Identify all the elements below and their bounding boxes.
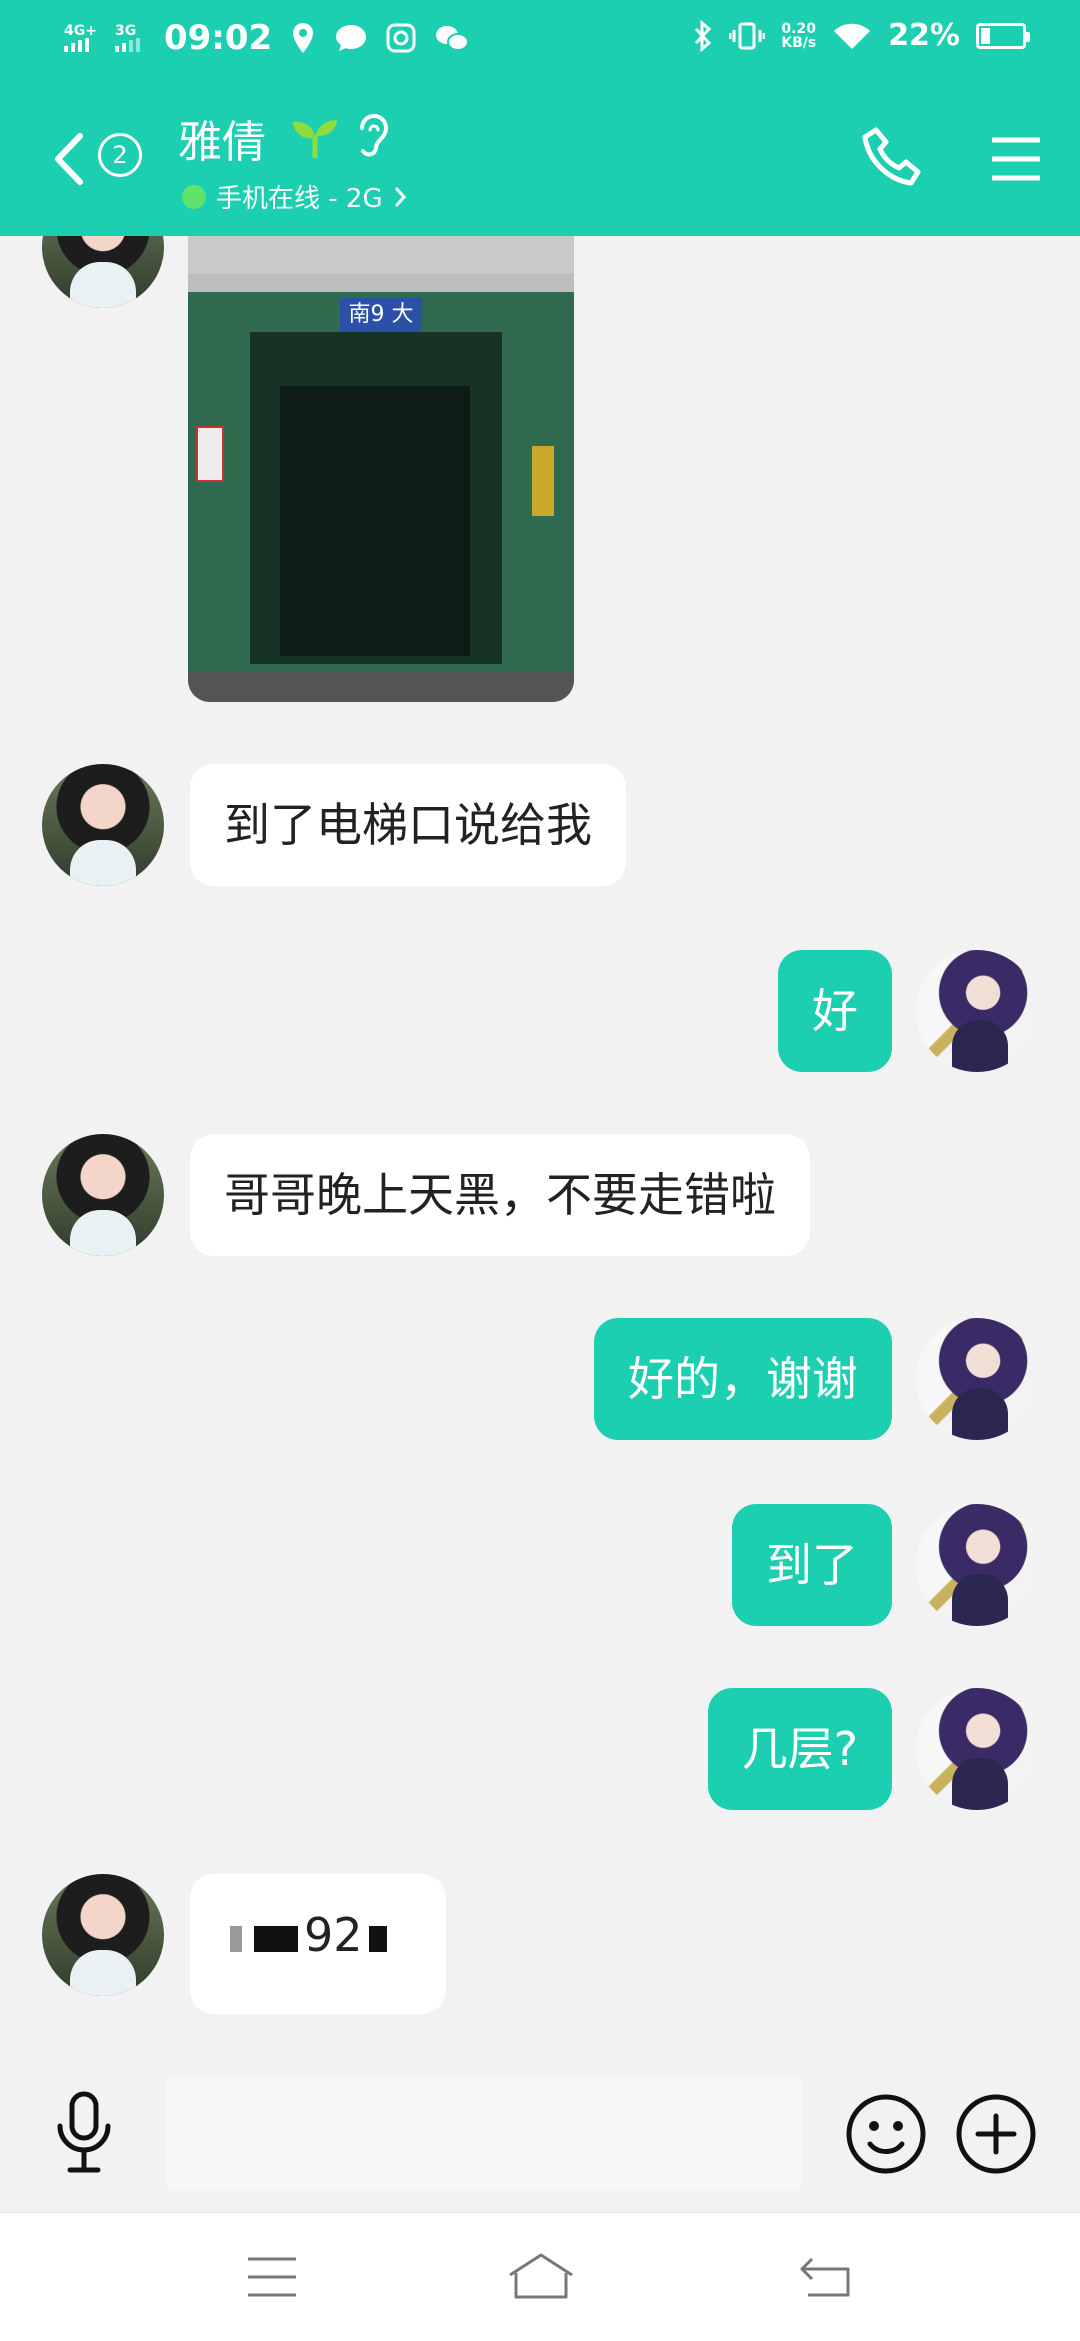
image-message[interactable]: 南9 大	[188, 236, 574, 702]
message-input[interactable]	[166, 2076, 802, 2190]
chevron-left-icon[interactable]	[46, 124, 94, 194]
smiley-icon[interactable]	[844, 2092, 928, 2176]
user-avatar[interactable]	[916, 950, 1038, 1072]
camera-icon	[386, 23, 416, 53]
online-status-text: 手机在线 - 2G	[216, 184, 383, 214]
input-bar	[0, 2054, 1080, 2212]
plus-circle-icon[interactable]	[954, 2092, 1038, 2176]
wechat-icon	[436, 26, 470, 51]
ear-icon[interactable]	[354, 110, 394, 160]
user-avatar[interactable]	[916, 1318, 1038, 1440]
network-type-label: 3G	[114, 23, 137, 39]
chat-header: 2 雅倩 手机在线 - 2G	[0, 80, 1080, 236]
photo-notice	[532, 446, 554, 516]
photo-notice	[196, 426, 224, 482]
contact-avatar[interactable]	[42, 764, 164, 886]
user-avatar[interactable]	[916, 1688, 1038, 1810]
battery-icon	[976, 22, 1030, 49]
status-bar: 4G+ 3G 09:02 0.20 KB/s 22%	[0, 0, 1080, 80]
photo-interior	[280, 386, 470, 656]
menu-icon[interactable]	[990, 136, 1042, 182]
message-bubble-outgoing[interactable]: 好	[778, 950, 892, 1072]
photo-floor	[188, 672, 574, 702]
message-bubble-outgoing[interactable]: 好的，谢谢	[594, 1318, 892, 1440]
contact-avatar[interactable]	[42, 1874, 164, 1996]
message-bubble-outgoing[interactable]: 到了	[732, 1504, 892, 1626]
clock: 09:02	[163, 18, 273, 58]
network-indicator-2: 3G	[114, 23, 140, 52]
message-list[interactable]: 南9 大 到了电梯口说给我 好 哥哥晚上天黑，不要走错啦 好的，谢谢 到了 几层…	[0, 236, 1080, 2054]
speed-value: 0.20	[781, 20, 816, 37]
location-icon	[293, 23, 314, 53]
back-icon[interactable]	[798, 2255, 854, 2299]
message-text: 92	[304, 1908, 363, 1962]
message-icon	[336, 25, 367, 51]
speed-unit: KB/s	[781, 34, 817, 51]
chevron-right-icon	[394, 186, 406, 207]
redaction-mark	[368, 1925, 387, 1952]
message-bubble-incoming[interactable]: 哥哥晚上天黑，不要走错啦	[190, 1134, 810, 1256]
message-bubble-incoming[interactable]: 到了电梯口说给我	[190, 764, 626, 886]
user-avatar[interactable]	[916, 1504, 1038, 1626]
recent-apps-icon[interactable]	[246, 2255, 298, 2299]
unread-badge[interactable]: 2	[98, 133, 142, 177]
signal-icon	[114, 38, 140, 52]
sprout-icon	[293, 120, 337, 158]
redaction-mark	[230, 1925, 242, 1952]
message-bubble-incoming[interactable]: 92	[190, 1874, 446, 2014]
online-dot-icon	[182, 184, 206, 209]
phone-icon[interactable]	[862, 126, 922, 188]
wifi-icon	[834, 23, 871, 49]
battery-percent: 22%	[888, 18, 960, 53]
message-bubble-outgoing[interactable]: 几层?	[707, 1688, 892, 1810]
network-type-label: 4G+	[64, 23, 97, 39]
system-nav-bar	[0, 2212, 1080, 2341]
microphone-icon[interactable]	[48, 2088, 120, 2178]
contact-avatar[interactable]	[42, 236, 164, 308]
home-icon[interactable]	[506, 2251, 576, 2301]
contact-avatar[interactable]	[42, 1134, 164, 1256]
vibrate-icon	[729, 22, 766, 49]
photo-sign: 南9 大	[340, 298, 422, 332]
network-speed: 0.20 KB/s	[781, 22, 816, 50]
network-indicator-1: 4G+	[64, 24, 97, 52]
signal-icon	[64, 38, 89, 52]
online-status[interactable]: 手机在线 - 2G	[182, 178, 407, 215]
redaction-mark	[254, 1925, 298, 1952]
bluetooth-icon	[695, 19, 712, 52]
contact-name[interactable]: 雅倩	[178, 106, 266, 170]
